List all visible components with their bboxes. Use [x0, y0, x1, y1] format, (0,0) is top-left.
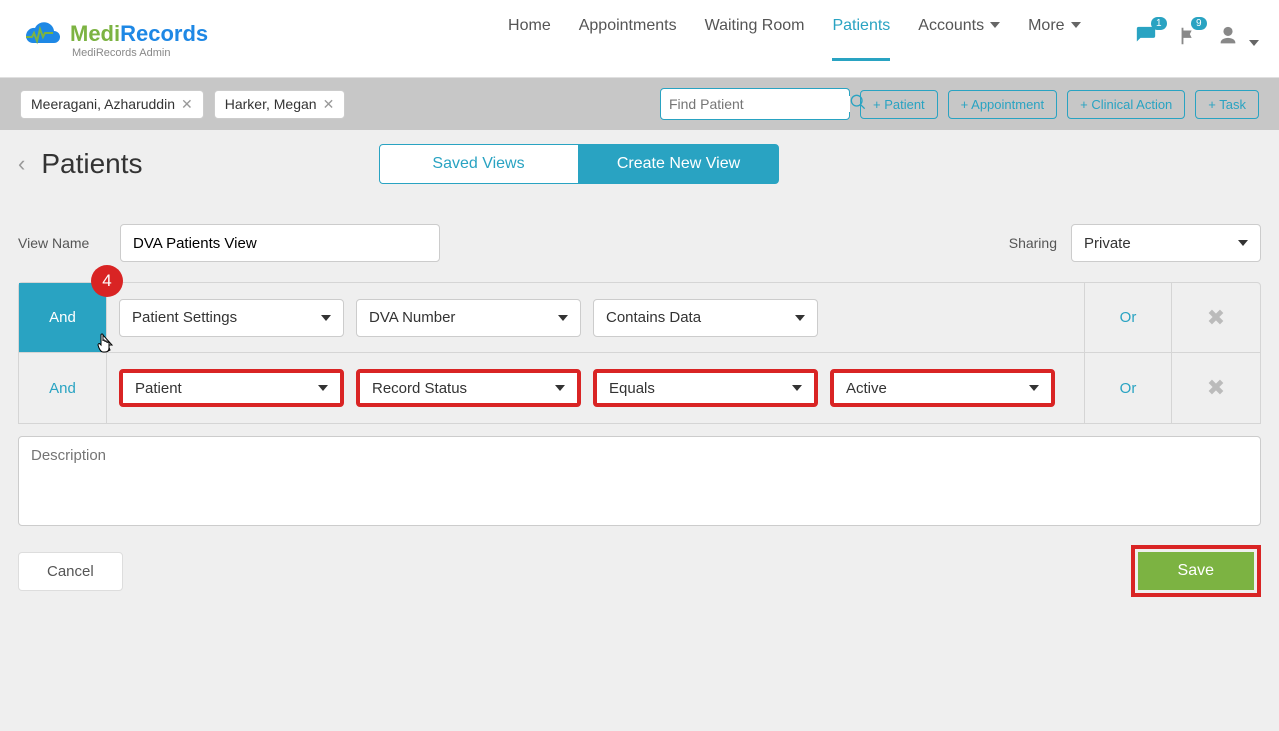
operator-select[interactable]: Equals — [593, 369, 818, 407]
view-name-input[interactable] — [120, 224, 440, 262]
chevron-down-icon — [555, 385, 565, 391]
field-category-select[interactable]: Patient Settings — [119, 299, 344, 337]
patient-chip-1-label: Meeragani, Azharuddin — [31, 96, 175, 112]
step-badge: 4 — [91, 265, 123, 297]
add-patient-button[interactable]: + Patient — [860, 90, 938, 119]
title-row: ‹ Patients Saved Views Create New View — [18, 144, 1261, 184]
condition-row-1: 4 And Patient Settings DVA Number Contai… — [19, 283, 1260, 353]
chevron-down-icon — [792, 385, 802, 391]
view-name-row: View Name Sharing Private — [18, 224, 1261, 262]
chevron-down-icon — [1029, 385, 1039, 391]
add-appointment-button[interactable]: + Appointment — [948, 90, 1057, 119]
or-button[interactable]: Or — [1084, 283, 1172, 352]
button-row: Cancel Save — [18, 545, 1261, 597]
chevron-down-icon — [321, 315, 331, 321]
close-icon[interactable]: ✕ — [323, 96, 335, 113]
add-clinical-action-button[interactable]: + Clinical Action — [1067, 90, 1185, 119]
cancel-button[interactable]: Cancel — [18, 552, 123, 591]
operator-select[interactable]: Contains Data — [593, 299, 818, 337]
user-menu-icon[interactable] — [1217, 25, 1259, 52]
patient-chip-1[interactable]: Meeragani, Azharuddin ✕ — [20, 90, 204, 119]
logo-subtitle: MediRecords Admin — [72, 47, 208, 59]
sharing-value: Private — [1084, 235, 1131, 252]
view-name-label: View Name — [18, 235, 106, 251]
nav-accounts[interactable]: Accounts — [918, 17, 1000, 61]
logo-block: MediRecords MediRecords Admin — [20, 19, 208, 59]
add-task-button[interactable]: + Task — [1195, 90, 1259, 119]
nav-home[interactable]: Home — [508, 17, 551, 61]
notification-badge: 1 — [1151, 17, 1167, 30]
patient-chip-2[interactable]: Harker, Megan ✕ — [214, 90, 346, 119]
description-input[interactable] — [18, 436, 1261, 526]
nav-waiting-room[interactable]: Waiting Room — [705, 17, 805, 61]
nav-more[interactable]: More — [1028, 17, 1080, 61]
logo-text: MediRecords — [70, 21, 208, 47]
field-name-select[interactable]: DVA Number — [356, 299, 581, 337]
view-tabs: Saved Views Create New View — [379, 144, 779, 184]
logo-cloud-icon — [20, 19, 64, 49]
conditions: 4 And Patient Settings DVA Number Contai… — [18, 282, 1261, 424]
save-highlight: Save — [1131, 545, 1261, 597]
condition-row-2: And Patient Record Status Equals Active — [19, 353, 1260, 423]
condition-fields-2: Patient Record Status Equals Active — [107, 353, 1084, 423]
notification-icon[interactable]: 1 — [1133, 25, 1159, 52]
chevron-down-icon — [318, 385, 328, 391]
find-patient-search[interactable] — [660, 88, 850, 120]
field-category-select[interactable]: Patient — [119, 369, 344, 407]
condition-fields-1: Patient Settings DVA Number Contains Dat… — [107, 283, 1084, 352]
value-select[interactable]: Active — [830, 369, 1055, 407]
chevron-down-icon — [1238, 240, 1248, 246]
delete-row-button[interactable]: ✖ — [1172, 283, 1260, 352]
header-icons: 1 9 — [1133, 25, 1259, 52]
page-body: ‹ Patients Saved Views Create New View V… — [0, 130, 1279, 611]
main-nav: Home Appointments Waiting Room Patients … — [508, 17, 1259, 61]
nav-patients[interactable]: Patients — [832, 17, 890, 61]
sharing-label: Sharing — [1009, 235, 1057, 251]
field-name-select[interactable]: Record Status — [356, 369, 581, 407]
search-input[interactable] — [669, 96, 850, 112]
page-title: Patients — [41, 148, 142, 180]
flag-icon[interactable]: 9 — [1177, 25, 1199, 52]
chevron-down-icon — [795, 315, 805, 321]
tab-saved-views[interactable]: Saved Views — [379, 144, 579, 184]
view-form: View Name Sharing Private 4 And Patient … — [18, 224, 1261, 597]
subbar: Meeragani, Azharuddin ✕ Harker, Megan ✕ … — [0, 78, 1279, 130]
delete-row-button[interactable]: ✖ — [1172, 353, 1260, 423]
sharing-select[interactable]: Private — [1071, 224, 1261, 262]
save-button[interactable]: Save — [1138, 552, 1254, 590]
close-icon[interactable]: ✕ — [181, 96, 193, 113]
logo[interactable]: MediRecords — [20, 19, 208, 49]
tab-create-new-view[interactable]: Create New View — [579, 144, 779, 184]
topbar: MediRecords MediRecords Admin Home Appoi… — [0, 0, 1279, 78]
and-toggle[interactable]: And — [19, 283, 107, 352]
or-button[interactable]: Or — [1084, 353, 1172, 423]
back-chevron-icon[interactable]: ‹ — [18, 151, 25, 177]
flag-badge: 9 — [1191, 17, 1207, 30]
and-toggle[interactable]: And — [19, 353, 107, 423]
nav-appointments[interactable]: Appointments — [579, 17, 677, 61]
patient-chip-2-label: Harker, Megan — [225, 96, 317, 112]
chevron-down-icon — [558, 315, 568, 321]
